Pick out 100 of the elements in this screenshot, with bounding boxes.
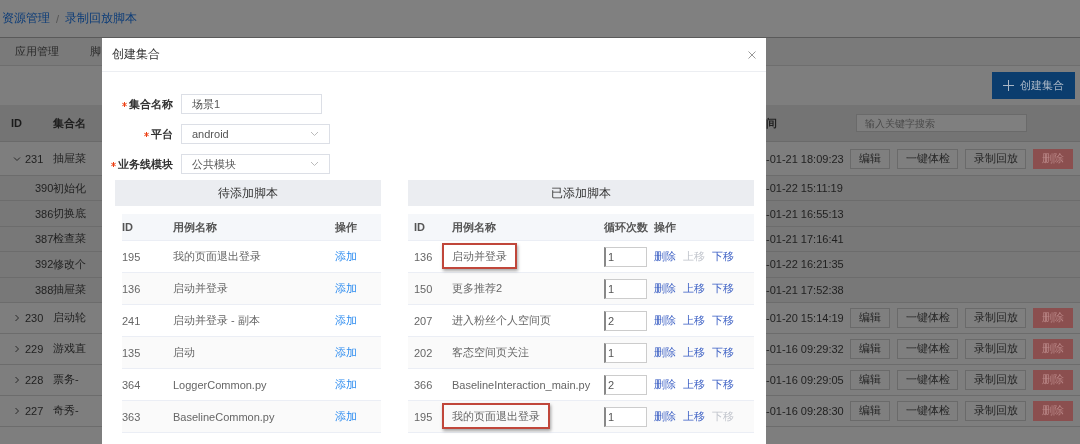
created-time: -01-16 09:28:30 [766,404,845,417]
table-cell-text: 150 [413,282,434,295]
action-link[interactable]: 下移 [712,345,734,360]
created-time: -01-22 16:21:35 [766,258,845,271]
action-link[interactable]: 下移 [712,281,734,296]
action-link[interactable]: 上移 [683,313,705,328]
table-cell-text: 135 [122,346,142,359]
action-button[interactable]: 录制回放 [965,307,1026,328]
action-link[interactable]: 上移 [683,409,705,424]
action-link[interactable]: 删除 [654,377,676,392]
action-link[interactable]: 删除 [654,345,676,360]
action-button[interactable]: 录制回放 [965,338,1026,359]
add-link[interactable]: 添加 [335,377,357,392]
row-id: 390 [35,182,54,195]
row-id: 392 [35,258,54,271]
column-header: 循环次数 [604,219,649,235]
collection-name: 奇秀- [53,403,79,419]
action-button[interactable]: 编辑 [850,338,890,359]
action-button[interactable]: 一键体检 [897,369,958,390]
row-id: 230 [25,311,44,324]
action-link[interactable]: 上移 [683,377,705,392]
action-button[interactable]: 编辑 [850,307,890,328]
action-link[interactable]: 删除 [654,249,676,264]
table-cell-text: BaselineCommon.py [173,410,276,423]
table-cell-text: 启动 [173,345,196,360]
action-button[interactable]: 一键体检 [897,400,958,421]
created-time: -01-21 16:55:13 [766,207,845,220]
column-header: ID [122,221,134,233]
action-button[interactable]: 编辑 [850,148,890,169]
table-cell-text: LoggerCommon.py [173,378,268,391]
chevron-right-icon[interactable] [13,313,21,322]
action-button[interactable]: 一键体检 [897,307,958,328]
tab[interactable]: 应用管理 [15,38,59,65]
action-button[interactable]: 录制回放 [965,148,1026,169]
collection-name: 修改个 [53,256,86,272]
table-cell-text: 我的页面退出登录 [173,249,262,264]
dropdown-caret-icon [310,131,319,137]
collection-name: 切换底 [53,206,86,222]
column-header: 操作 [335,219,358,235]
column-header: 集合名 [53,115,86,131]
row-id: 228 [25,373,44,386]
chevron-down-icon[interactable] [13,154,21,163]
collection-name: 启动轮 [53,310,86,326]
table-cell-text: 241 [122,314,142,327]
count-field[interactable]: 2 [604,374,647,395]
action-link[interactable]: 下移 [712,313,734,328]
highlighted-name: 我的页面退出登录 [442,403,550,429]
action-button[interactable]: 编辑 [850,369,890,390]
count-field[interactable]: 1 [604,278,647,299]
created-time: -01-20 15:14:19 [766,311,845,324]
table-cell-text: 启动并登录 [173,281,229,296]
chevron-right-icon[interactable] [13,406,21,415]
collection-name: 初始化 [53,180,86,196]
action-link[interactable]: 删除 [654,313,676,328]
collection-name: 检查菜 [53,231,86,247]
add-link[interactable]: 添加 [335,409,357,424]
action-link[interactable]: 删除 [654,281,676,296]
action-link[interactable]: 删除 [654,409,676,424]
create-button[interactable]: 创建集合 [992,72,1075,99]
created-time: -01-16 09:29:32 [766,342,845,355]
table-cell-text: 207 [413,314,434,327]
field-label: 业务线模块 [118,156,173,172]
input-field[interactable]: 场景1 [181,94,322,114]
collection-name: 抽屉菜 [53,151,86,166]
table-cell: 客态空间页关注 [452,346,529,358]
table-cell-text: 202 [413,346,434,359]
add-link[interactable]: 添加 [335,249,357,264]
action-button[interactable]: 一键体检 [897,148,958,169]
count-field[interactable]: 2 [604,310,647,331]
column-header: 操作 [654,219,676,235]
column-header: 间 [766,115,778,131]
count-field[interactable]: 1 [604,406,647,427]
add-link[interactable]: 添加 [335,313,357,328]
action-button[interactable]: 编辑 [850,400,890,421]
action-button[interactable]: 录制回放 [965,369,1026,390]
column-header: ID [413,221,426,233]
count-field[interactable]: 1 [604,246,647,267]
breadcrumb-separator: / [56,12,60,25]
count-field[interactable]: 1 [604,342,647,363]
panel-header: 已添加脚本 [408,180,754,206]
collection-name: 票务- [53,372,79,388]
select-field[interactable]: android [181,124,330,144]
action-button[interactable]: 录制回放 [965,400,1026,421]
add-link[interactable]: 添加 [335,281,357,296]
chevron-right-icon[interactable] [13,344,21,353]
tab[interactable]: 脚 [90,38,101,65]
breadcrumb-link[interactable]: 资源管理 [2,10,50,27]
action-button[interactable]: 一键体检 [897,338,958,359]
select-field[interactable]: 公共模块 [181,154,330,174]
breadcrumb-link[interactable]: 录制回放脚本 [65,10,138,27]
action-link[interactable]: 下移 [712,377,734,392]
action-link[interactable]: 上移 [683,281,705,296]
action-link[interactable]: 下移 [712,249,734,264]
field-label: 集合名称 [129,96,173,112]
add-link[interactable]: 添加 [335,345,357,360]
action-link[interactable]: 上移 [683,345,705,360]
plus-icon [1003,80,1014,91]
chevron-right-icon[interactable] [13,375,21,384]
close-icon[interactable] [748,50,756,59]
table-cell-text: 136 [122,282,142,295]
